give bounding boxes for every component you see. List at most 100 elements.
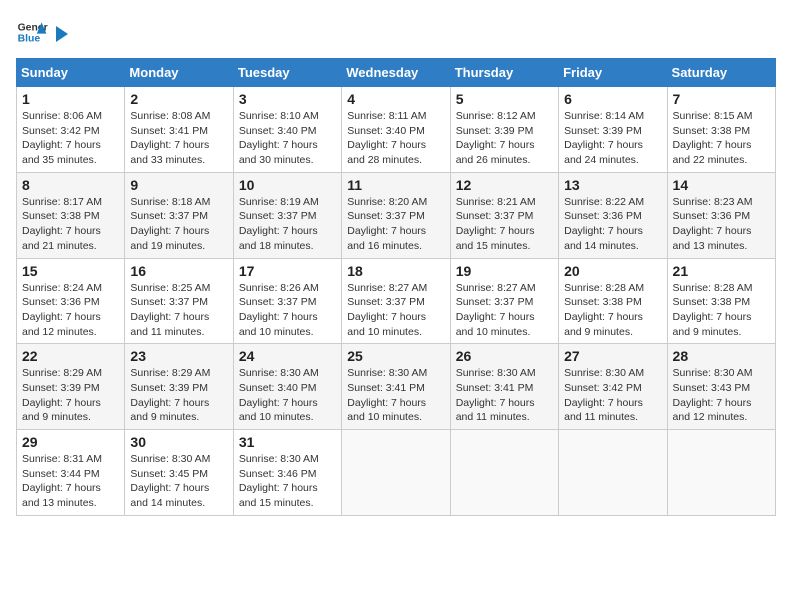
- day-number: 18: [347, 263, 444, 279]
- calendar-cell: 6Sunrise: 8:14 AMSunset: 3:39 PMDaylight…: [559, 87, 667, 173]
- day-number: 31: [239, 434, 336, 450]
- weekday-header-wednesday: Wednesday: [342, 59, 450, 87]
- day-info: Sunrise: 8:08 AMSunset: 3:41 PMDaylight:…: [130, 109, 227, 168]
- day-info: Sunrise: 8:25 AMSunset: 3:37 PMDaylight:…: [130, 281, 227, 340]
- day-number: 14: [673, 177, 770, 193]
- calendar-cell: 24Sunrise: 8:30 AMSunset: 3:40 PMDayligh…: [233, 344, 341, 430]
- day-info: Sunrise: 8:26 AMSunset: 3:37 PMDaylight:…: [239, 281, 336, 340]
- day-info: Sunrise: 8:27 AMSunset: 3:37 PMDaylight:…: [347, 281, 444, 340]
- calendar-cell: 9 Sunrise: 8:18 AMSunset: 3:37 PMDaylight…: [125, 172, 233, 258]
- day-info: Sunrise: 8:12 AMSunset: 3:39 PMDaylight:…: [456, 109, 553, 168]
- calendar-week-row: 8 Sunrise: 8:17 AMSunset: 3:38 PMDaylight…: [17, 172, 776, 258]
- day-number: 26: [456, 348, 553, 364]
- calendar-cell: 29 Sunrise: 8:31 AMSunset: 3:44 PMDayligh…: [17, 430, 125, 516]
- calendar-cell: 5 Sunrise: 8:12 AMSunset: 3:39 PMDaylight…: [450, 87, 558, 173]
- calendar-cell: 26 Sunrise: 8:30 AMSunset: 3:41 PMDayligh…: [450, 344, 558, 430]
- calendar-cell: 16 Sunrise: 8:25 AMSunset: 3:37 PMDayligh…: [125, 258, 233, 344]
- calendar-table: SundayMondayTuesdayWednesdayThursdayFrid…: [16, 58, 776, 516]
- logo-icon: General Blue: [16, 16, 48, 48]
- day-number: 16: [130, 263, 227, 279]
- calendar-cell: 11 Sunrise: 8:20 AMSunset: 3:37 PMDayligh…: [342, 172, 450, 258]
- calendar-cell: 15 Sunrise: 8:24 AMSunset: 3:36 PMDayligh…: [17, 258, 125, 344]
- calendar-cell: 22 Sunrise: 8:29 AMSunset: 3:39 PMDayligh…: [17, 344, 125, 430]
- day-info: Sunrise: 8:20 AMSunset: 3:37 PMDaylight:…: [347, 195, 444, 254]
- day-number: 23: [130, 348, 227, 364]
- calendar-week-row: 29 Sunrise: 8:31 AMSunset: 3:44 PMDayligh…: [17, 430, 776, 516]
- calendar-cell: 23 Sunrise: 8:29 AMSunset: 3:39 PMDayligh…: [125, 344, 233, 430]
- day-number: 20: [564, 263, 661, 279]
- header: General Blue: [16, 16, 776, 48]
- day-info: Sunrise: 8:30 AMSunset: 3:41 PMDaylight:…: [347, 366, 444, 425]
- svg-text:Blue: Blue: [18, 34, 41, 45]
- weekday-header-saturday: Saturday: [667, 59, 775, 87]
- weekday-header-tuesday: Tuesday: [233, 59, 341, 87]
- logo-flag-icon: [52, 24, 70, 46]
- day-number: 3: [239, 91, 336, 107]
- day-info: Sunrise: 8:11 AMSunset: 3:40 PMDaylight:…: [347, 109, 444, 168]
- day-number: 9: [130, 177, 227, 193]
- day-info: Sunrise: 8:31 AMSunset: 3:44 PMDaylight:…: [22, 452, 119, 511]
- day-info: Sunrise: 8:18 AMSunset: 3:37 PMDaylight:…: [130, 195, 227, 254]
- day-info: Sunrise: 8:30 AMSunset: 3:43 PMDaylight:…: [673, 366, 770, 425]
- calendar-cell: 4 Sunrise: 8:11 AMSunset: 3:40 PMDaylight…: [342, 87, 450, 173]
- calendar-empty-cell: [559, 430, 667, 516]
- day-info: Sunrise: 8:28 AMSunset: 3:38 PMDaylight:…: [673, 281, 770, 340]
- day-info: Sunrise: 8:29 AMSunset: 3:39 PMDaylight:…: [22, 366, 119, 425]
- day-number: 29: [22, 434, 119, 450]
- day-number: 21: [673, 263, 770, 279]
- day-info: Sunrise: 8:21 AMSunset: 3:37 PMDaylight:…: [456, 195, 553, 254]
- calendar-header-row: SundayMondayTuesdayWednesdayThursdayFrid…: [17, 59, 776, 87]
- day-number: 10: [239, 177, 336, 193]
- day-info: Sunrise: 8:28 AMSunset: 3:38 PMDaylight:…: [564, 281, 661, 340]
- day-number: 25: [347, 348, 444, 364]
- weekday-header-monday: Monday: [125, 59, 233, 87]
- day-number: 19: [456, 263, 553, 279]
- calendar-cell: 2 Sunrise: 8:08 AMSunset: 3:41 PMDaylight…: [125, 87, 233, 173]
- day-number: 30: [130, 434, 227, 450]
- day-number: 8: [22, 177, 119, 193]
- day-info: Sunrise: 8:29 AMSunset: 3:39 PMDaylight:…: [130, 366, 227, 425]
- day-info: Sunrise: 8:17 AMSunset: 3:38 PMDaylight:…: [22, 195, 119, 254]
- calendar-cell: 30 Sunrise: 8:30 AMSunset: 3:45 PMDayligh…: [125, 430, 233, 516]
- day-number: 1: [22, 91, 119, 107]
- day-info: Sunrise: 8:24 AMSunset: 3:36 PMDaylight:…: [22, 281, 119, 340]
- day-number: 11: [347, 177, 444, 193]
- day-info: Sunrise: 8:15 AMSunset: 3:38 PMDaylight:…: [673, 109, 770, 168]
- calendar-cell: 20 Sunrise: 8:28 AMSunset: 3:38 PMDayligh…: [559, 258, 667, 344]
- calendar-cell: 13 Sunrise: 8:22 AMSunset: 3:36 PMDayligh…: [559, 172, 667, 258]
- calendar-week-row: 1 Sunrise: 8:06 AMSunset: 3:42 PMDaylight…: [17, 87, 776, 173]
- day-number: 24: [239, 348, 336, 364]
- day-number: 6: [564, 91, 661, 107]
- logo: General Blue: [16, 16, 70, 48]
- calendar-empty-cell: [450, 430, 558, 516]
- day-number: 27: [564, 348, 661, 364]
- calendar-week-row: 15 Sunrise: 8:24 AMSunset: 3:36 PMDayligh…: [17, 258, 776, 344]
- day-number: 2: [130, 91, 227, 107]
- calendar-cell: 12Sunrise: 8:21 AMSunset: 3:37 PMDayligh…: [450, 172, 558, 258]
- calendar-empty-cell: [667, 430, 775, 516]
- calendar-cell: 3 Sunrise: 8:10 AMSunset: 3:40 PMDaylight…: [233, 87, 341, 173]
- calendar-cell: 19Sunrise: 8:27 AMSunset: 3:37 PMDayligh…: [450, 258, 558, 344]
- day-number: 13: [564, 177, 661, 193]
- day-info: Sunrise: 8:30 AMSunset: 3:41 PMDaylight:…: [456, 366, 553, 425]
- day-number: 15: [22, 263, 119, 279]
- calendar-cell: 21 Sunrise: 8:28 AMSunset: 3:38 PMDayligh…: [667, 258, 775, 344]
- day-info: Sunrise: 8:30 AMSunset: 3:42 PMDaylight:…: [564, 366, 661, 425]
- calendar-cell: 7 Sunrise: 8:15 AMSunset: 3:38 PMDaylight…: [667, 87, 775, 173]
- day-info: Sunrise: 8:06 AMSunset: 3:42 PMDaylight:…: [22, 109, 119, 168]
- calendar-cell: 14 Sunrise: 8:23 AMSunset: 3:36 PMDayligh…: [667, 172, 775, 258]
- day-number: 17: [239, 263, 336, 279]
- day-number: 7: [673, 91, 770, 107]
- day-number: 4: [347, 91, 444, 107]
- day-info: Sunrise: 8:10 AMSunset: 3:40 PMDaylight:…: [239, 109, 336, 168]
- day-info: Sunrise: 8:30 AMSunset: 3:45 PMDaylight:…: [130, 452, 227, 511]
- day-info: Sunrise: 8:19 AMSunset: 3:37 PMDaylight:…: [239, 195, 336, 254]
- calendar-cell: 17 Sunrise: 8:26 AMSunset: 3:37 PMDayligh…: [233, 258, 341, 344]
- day-number: 22: [22, 348, 119, 364]
- day-info: Sunrise: 8:22 AMSunset: 3:36 PMDaylight:…: [564, 195, 661, 254]
- day-info: Sunrise: 8:23 AMSunset: 3:36 PMDaylight:…: [673, 195, 770, 254]
- calendar-cell: 8 Sunrise: 8:17 AMSunset: 3:38 PMDaylight…: [17, 172, 125, 258]
- calendar-cell: 25 Sunrise: 8:30 AMSunset: 3:41 PMDayligh…: [342, 344, 450, 430]
- day-number: 28: [673, 348, 770, 364]
- day-number: 5: [456, 91, 553, 107]
